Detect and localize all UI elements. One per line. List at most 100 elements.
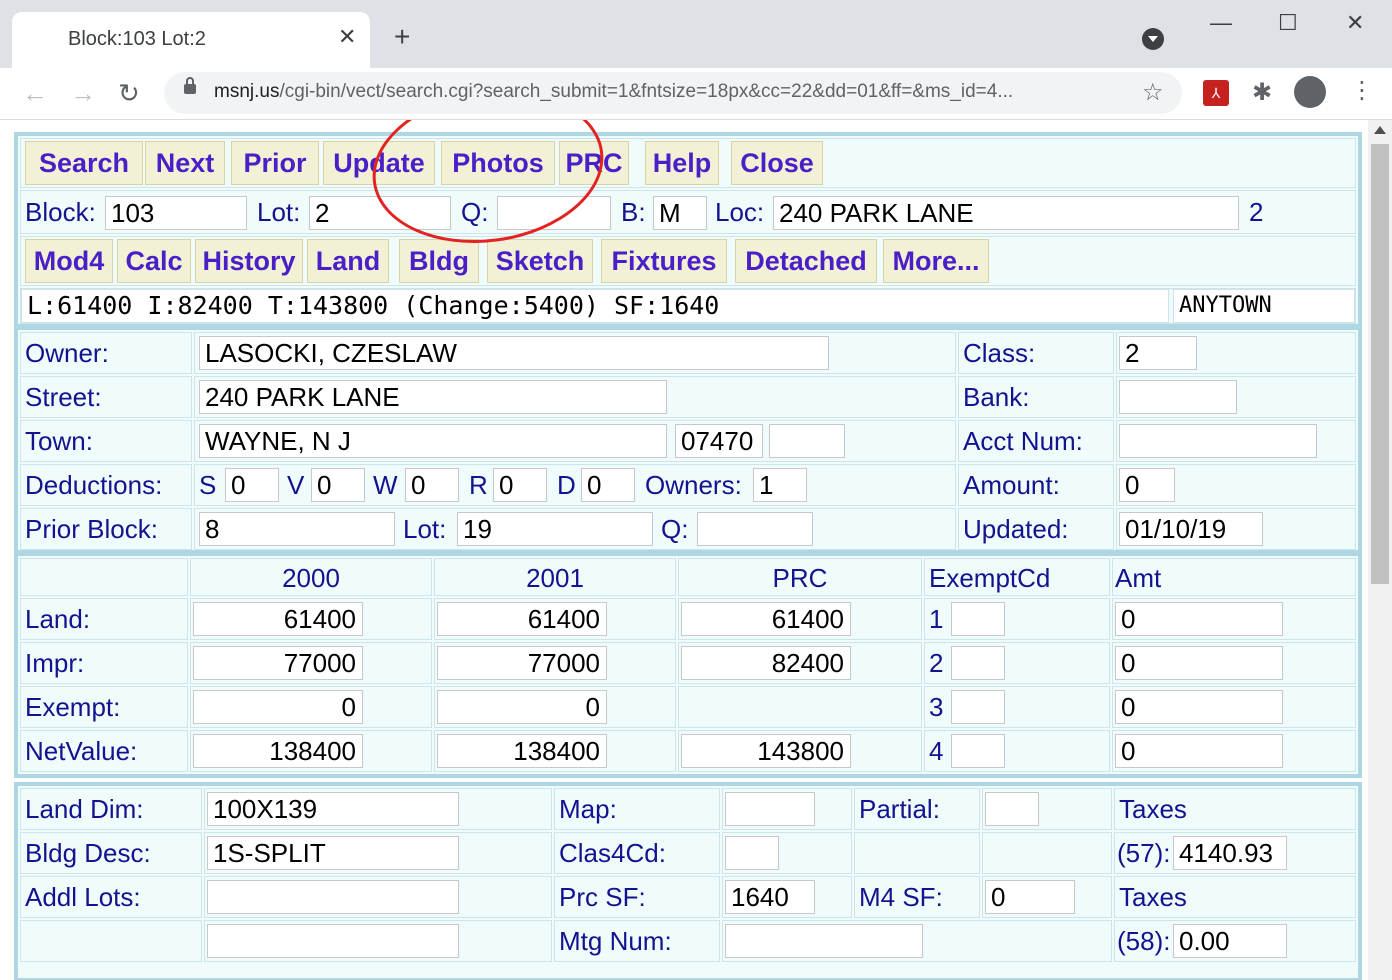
land-2000-input[interactable]: 61400 bbox=[193, 602, 363, 636]
maximize-button[interactable]: ☐ bbox=[1278, 10, 1298, 36]
bldg-desc-input[interactable]: 1S-SPLIT bbox=[207, 836, 459, 870]
land-button[interactable]: Land bbox=[307, 239, 389, 283]
scroll-up-icon[interactable] bbox=[1374, 126, 1386, 134]
extensions-puzzle-icon[interactable]: ✱ bbox=[1252, 78, 1272, 107]
exempt-3-code-input[interactable] bbox=[951, 690, 1005, 724]
history-button[interactable]: History bbox=[195, 239, 303, 283]
addl-lots-input-2[interactable] bbox=[207, 924, 459, 958]
updated-input[interactable]: 01/10/19 bbox=[1119, 512, 1263, 546]
zip-ext-input[interactable] bbox=[769, 424, 845, 458]
b-input[interactable]: M bbox=[653, 196, 707, 230]
b-label: B: bbox=[621, 197, 646, 227]
taxes-label-2: Taxes bbox=[1119, 882, 1187, 912]
exempt-2-amt-input[interactable]: 0 bbox=[1115, 646, 1283, 680]
prior-block-input[interactable]: 8 bbox=[199, 512, 395, 546]
exempt-1-code-input[interactable] bbox=[951, 602, 1005, 636]
reload-icon[interactable]: ↻ bbox=[118, 78, 140, 109]
ded-r-input[interactable]: 0 bbox=[493, 468, 547, 502]
m4-sf-input[interactable]: 0 bbox=[985, 880, 1075, 914]
address-bar[interactable]: msnj.us/cgi-bin/vect/search.cgi?search_s… bbox=[164, 72, 1182, 114]
clas4cd-input[interactable] bbox=[725, 836, 779, 870]
tab-close-icon[interactable]: ✕ bbox=[338, 24, 356, 50]
url-text[interactable]: msnj.us/cgi-bin/vect/search.cgi?search_s… bbox=[214, 81, 1114, 103]
exempt-4-code-input[interactable] bbox=[951, 734, 1005, 768]
more-button[interactable]: More... bbox=[883, 239, 989, 283]
ded-v-input[interactable]: 0 bbox=[311, 468, 365, 502]
amount-input[interactable]: 0 bbox=[1119, 468, 1175, 502]
netvalue-2001-input[interactable]: 138400 bbox=[437, 734, 607, 768]
window-close-button[interactable]: ✕ bbox=[1346, 10, 1364, 36]
sketch-button[interactable]: Sketch bbox=[487, 239, 593, 283]
bookmark-star-icon[interactable]: ☆ bbox=[1142, 78, 1164, 107]
detached-button[interactable]: Detached bbox=[735, 239, 877, 283]
ded-s-input[interactable]: 0 bbox=[225, 468, 279, 502]
prc-sf-input[interactable]: 1640 bbox=[725, 880, 815, 914]
close-button[interactable]: Close bbox=[731, 141, 823, 185]
zip-input[interactable]: 07470 bbox=[675, 424, 763, 458]
next-button[interactable]: Next bbox=[145, 141, 225, 185]
ded-w-input[interactable]: 0 bbox=[405, 468, 459, 502]
exempt-2001-input[interactable]: 0 bbox=[437, 690, 607, 724]
land-2001-input[interactable]: 61400 bbox=[437, 602, 607, 636]
block-lot-row: Block: 103 Lot: 2 Q: B: M Loc: 240 PARK … bbox=[20, 190, 1356, 234]
browser-tab[interactable]: Block:103 Lot:2 ✕ bbox=[12, 12, 370, 68]
exempt-4-cell: 4 bbox=[924, 730, 1110, 772]
tax58-input[interactable]: 0.00 bbox=[1173, 924, 1287, 958]
bank-input[interactable] bbox=[1119, 380, 1237, 414]
class-input[interactable]: 2 bbox=[1119, 336, 1197, 370]
prior-block-label: Prior Block: bbox=[25, 514, 158, 544]
profile-avatar[interactable] bbox=[1294, 76, 1326, 108]
impr-2001-input[interactable]: 77000 bbox=[437, 646, 607, 680]
owner-input[interactable]: LASOCKI, CZESLAW bbox=[199, 336, 829, 370]
tax57-input[interactable]: 4140.93 bbox=[1173, 836, 1287, 870]
prior-q-input[interactable] bbox=[697, 512, 813, 546]
mod4-button[interactable]: Mod4 bbox=[25, 239, 113, 283]
street-input[interactable]: 240 PARK LANE bbox=[199, 380, 667, 414]
exempt-3-cell: 3 bbox=[924, 686, 1110, 728]
land-2001-cell: 61400 bbox=[434, 598, 676, 640]
addl-lots-input[interactable] bbox=[207, 880, 459, 914]
owners-input[interactable]: 1 bbox=[753, 468, 807, 502]
back-icon[interactable]: ← bbox=[22, 78, 48, 109]
mtg-num-input[interactable] bbox=[725, 924, 923, 958]
map-input[interactable] bbox=[725, 792, 815, 826]
exempt-2-code-input[interactable] bbox=[951, 646, 1005, 680]
land-dim-input[interactable]: 100X139 bbox=[207, 792, 459, 826]
help-button[interactable]: Help bbox=[645, 141, 719, 185]
exempt-1-amt-input[interactable]: 0 bbox=[1115, 602, 1283, 636]
forward-icon[interactable]: → bbox=[70, 78, 96, 109]
menu-kebab-icon[interactable]: ⋮ bbox=[1350, 76, 1374, 105]
prior-lot-input[interactable]: 19 bbox=[457, 512, 653, 546]
impr-2000-input[interactable]: 77000 bbox=[193, 646, 363, 680]
fixtures-button[interactable]: Fixtures bbox=[601, 239, 727, 283]
minimize-button[interactable]: — bbox=[1210, 10, 1232, 36]
search-button[interactable]: Search bbox=[25, 141, 143, 185]
scroll-thumb[interactable] bbox=[1371, 144, 1389, 584]
loc-input[interactable]: 240 PARK LANE bbox=[773, 196, 1239, 230]
loc-label: Loc: bbox=[715, 197, 765, 227]
exempt-2000-input[interactable]: 0 bbox=[193, 690, 363, 724]
bldg-button[interactable]: Bldg bbox=[399, 239, 479, 283]
new-tab-button[interactable]: + bbox=[394, 22, 410, 52]
clas4-value-cell bbox=[722, 832, 852, 874]
exempt-3-amt-input[interactable]: 0 bbox=[1115, 690, 1283, 724]
prior-button[interactable]: Prior bbox=[231, 141, 319, 185]
netvalue-2000-input[interactable]: 138400 bbox=[193, 734, 363, 768]
lock-icon[interactable] bbox=[184, 77, 196, 94]
page-scrollbar[interactable] bbox=[1368, 120, 1392, 980]
land-prc-input[interactable]: 61400 bbox=[681, 602, 851, 636]
acct-num-input[interactable] bbox=[1119, 424, 1317, 458]
partial-input[interactable] bbox=[985, 792, 1039, 826]
pdf-extension-icon[interactable]: ⅄ bbox=[1203, 80, 1229, 106]
prc-sf-label: Prc SF: bbox=[559, 882, 646, 912]
tab-search-icon[interactable] bbox=[1142, 28, 1164, 50]
calc-button[interactable]: Calc bbox=[117, 239, 191, 283]
land-dim-label: Land Dim: bbox=[25, 794, 144, 824]
netvalue-prc-input[interactable]: 143800 bbox=[681, 734, 851, 768]
impr-prc-input[interactable]: 82400 bbox=[681, 646, 851, 680]
ded-d-input[interactable]: 0 bbox=[581, 468, 635, 502]
town-input[interactable]: WAYNE, N J bbox=[199, 424, 667, 458]
exempt-4-amt-input[interactable]: 0 bbox=[1115, 734, 1283, 768]
block-input[interactable]: 103 bbox=[105, 196, 247, 230]
col-2000-header: 2000 bbox=[282, 563, 340, 593]
